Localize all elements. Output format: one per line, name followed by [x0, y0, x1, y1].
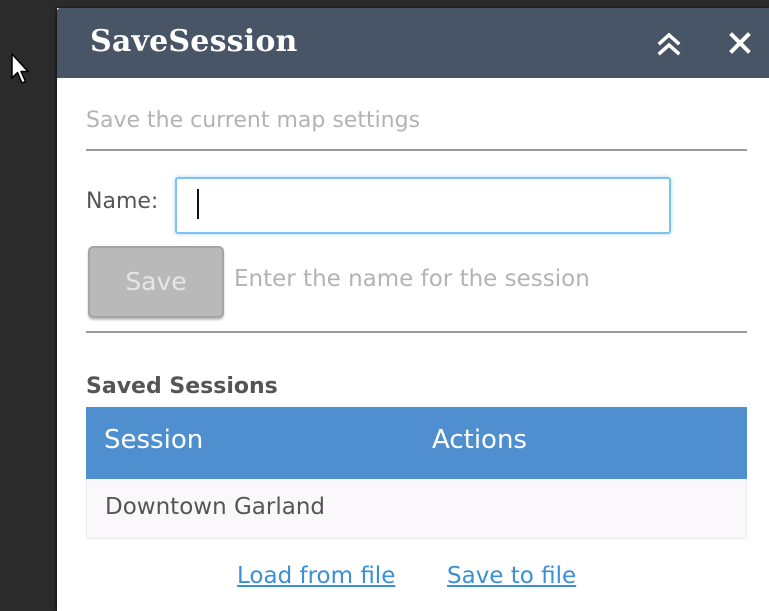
name-label: Name:	[86, 189, 159, 214]
panel-header: SaveSession	[57, 8, 769, 78]
session-name-hint: Enter the name for the session	[234, 266, 590, 292]
panel-description: Save the current map settings	[86, 108, 421, 133]
text-caret	[197, 189, 199, 219]
saved-sessions-title: Saved Sessions	[86, 374, 278, 399]
save-to-file-link[interactable]: Save to file	[447, 563, 576, 589]
double-chevron-up-icon[interactable]	[655, 30, 683, 58]
session-name-cell: Downtown Garland	[105, 494, 325, 520]
close-icon[interactable]	[725, 28, 755, 58]
column-header-actions: Actions	[432, 425, 527, 455]
load-from-file-link[interactable]: Load from file	[237, 563, 395, 589]
table-header: Session Actions	[86, 407, 747, 479]
table-row[interactable]: Downtown Garland	[86, 479, 747, 539]
middle-divider	[86, 331, 747, 333]
column-header-session: Session	[104, 425, 204, 455]
panel-title: SaveSession	[90, 24, 298, 59]
mouse-pointer-icon	[11, 53, 29, 84]
save-session-panel: SaveSession Save the current map setting…	[57, 8, 769, 611]
top-divider	[86, 149, 747, 151]
sessions-table: Session Actions Downtown Garland	[86, 407, 747, 539]
save-button[interactable]: Save	[88, 246, 224, 318]
session-name-input[interactable]	[175, 177, 671, 234]
